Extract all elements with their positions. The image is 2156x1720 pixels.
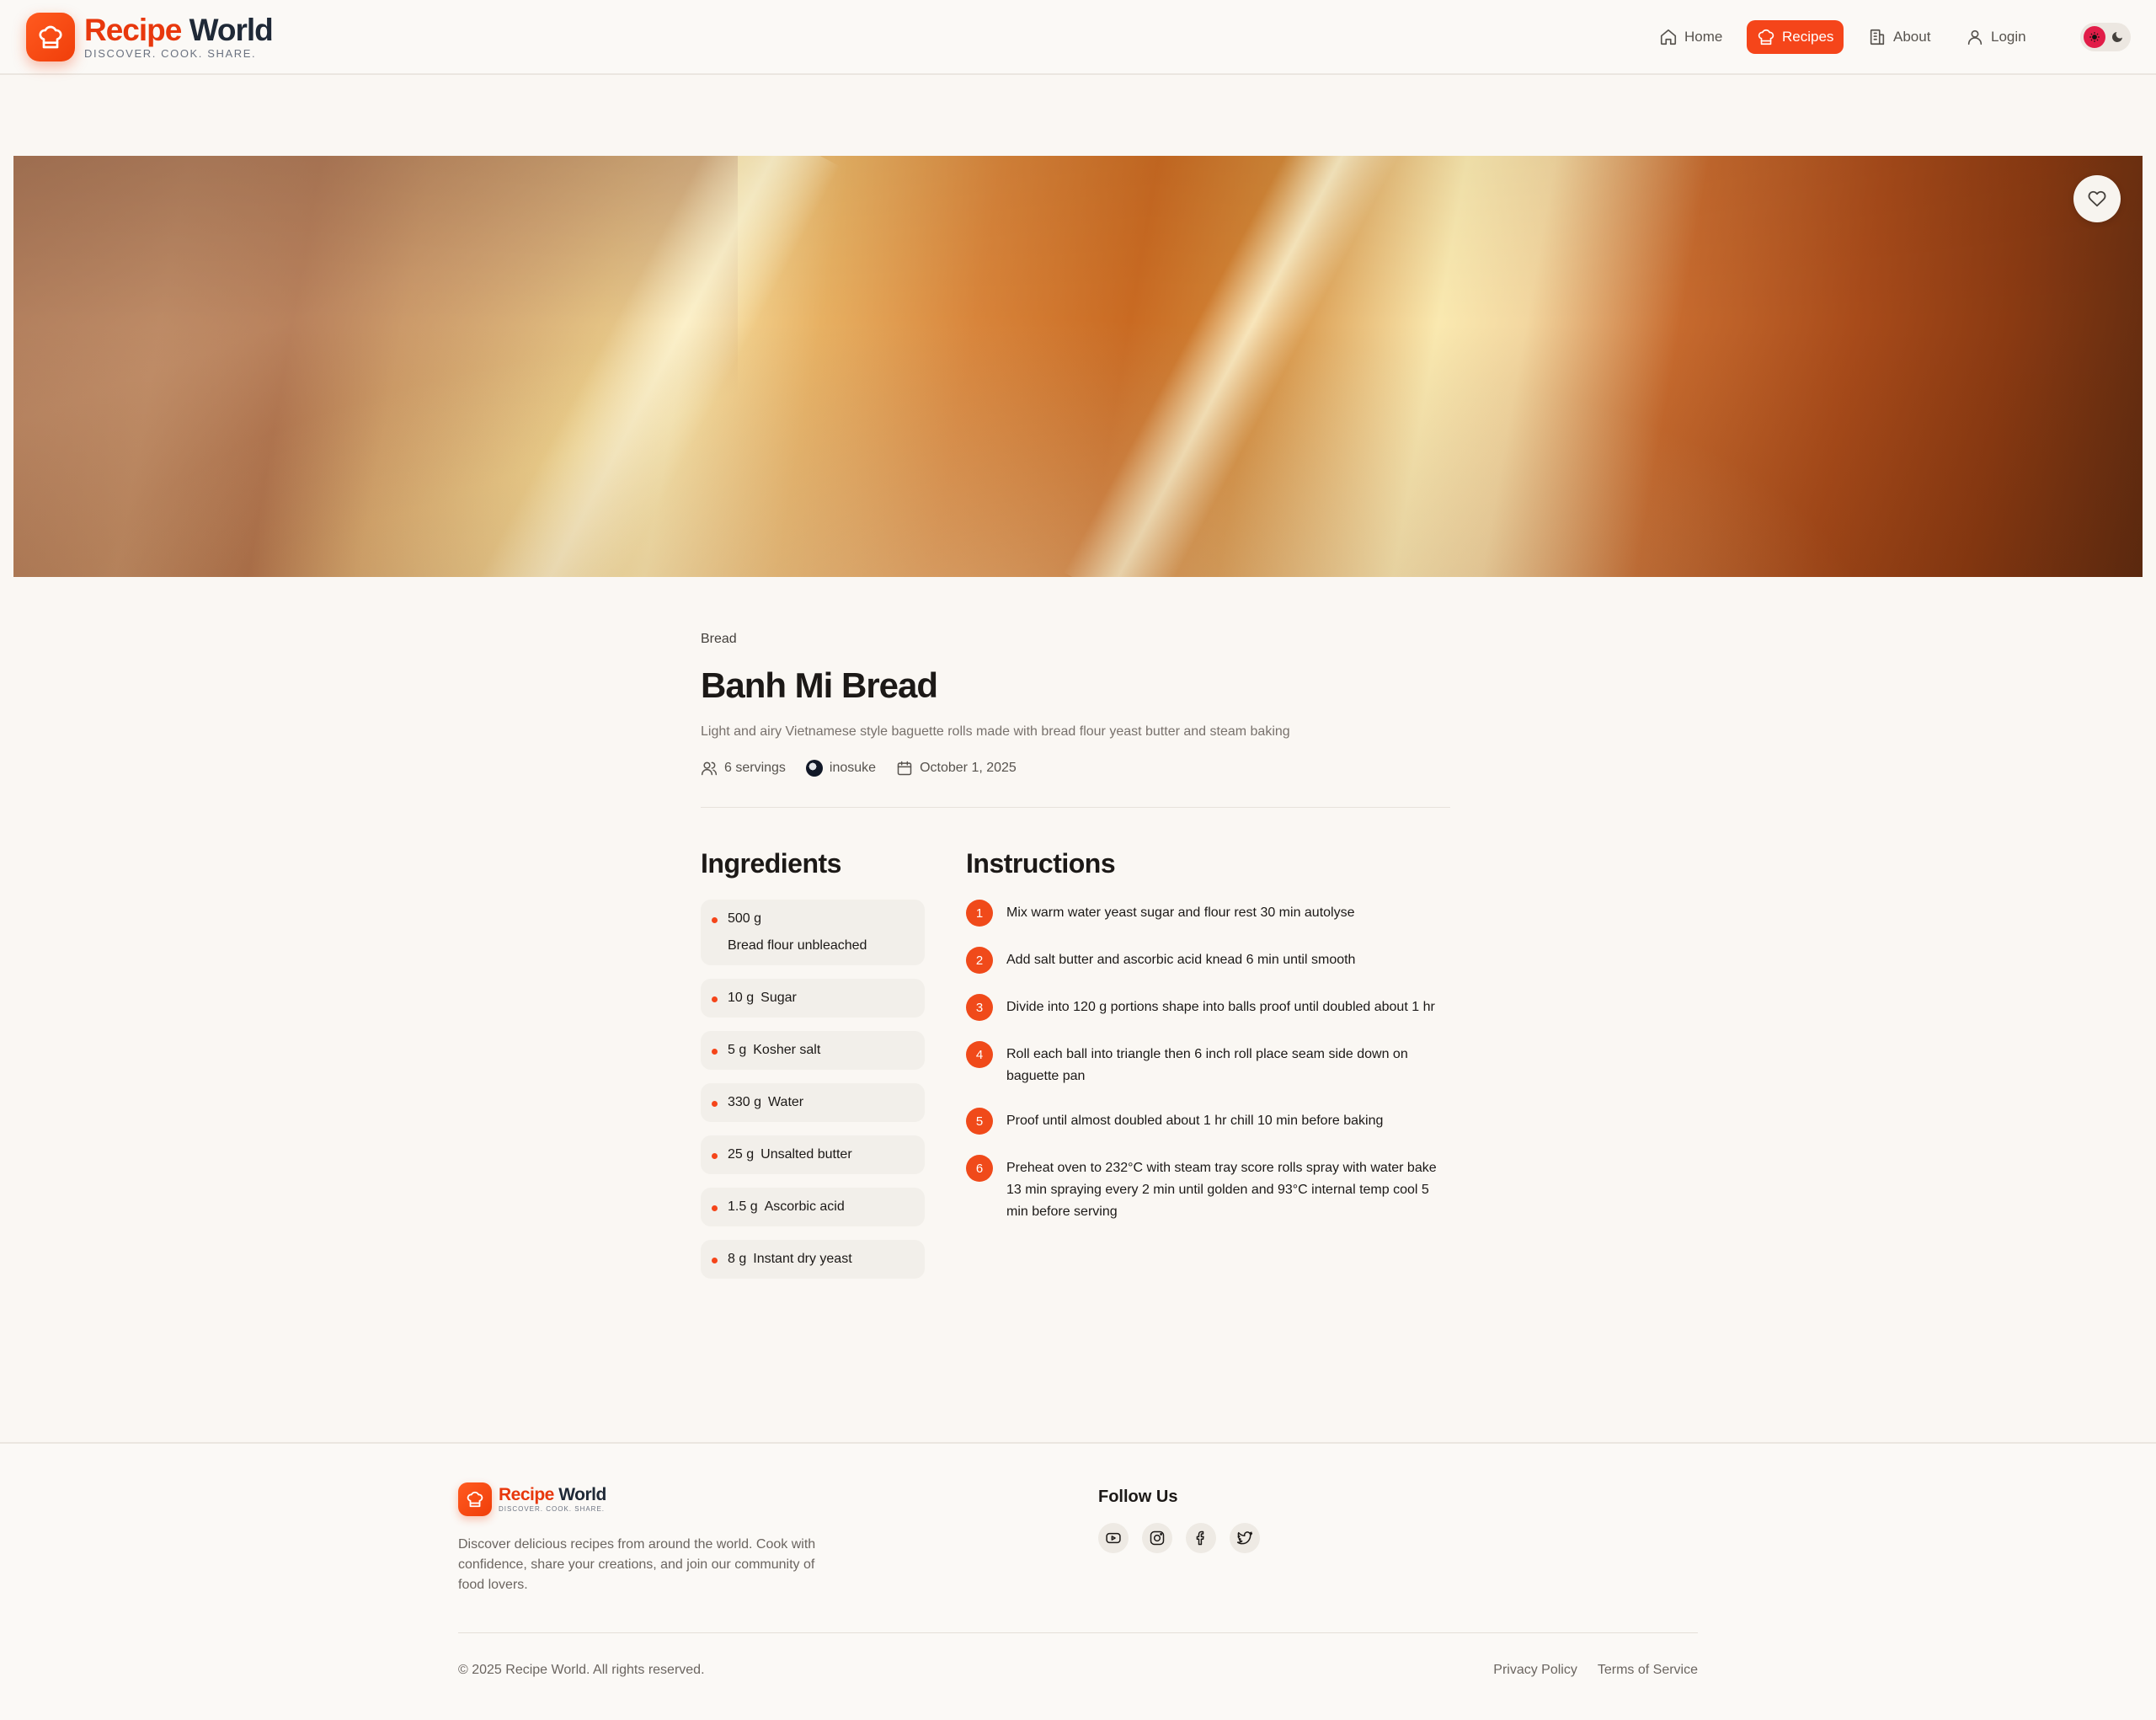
ingredient-item: 5 g Kosher salt bbox=[701, 1031, 925, 1070]
date-label: October 1, 2025 bbox=[920, 761, 1017, 775]
instruction-step: 4 Roll each ball into triangle then 6 inc… bbox=[966, 1041, 1450, 1087]
youtube-icon bbox=[1106, 1532, 1121, 1544]
nav-about[interactable]: About bbox=[1858, 20, 1940, 54]
facebook-link[interactable] bbox=[1186, 1523, 1216, 1553]
instagram-link[interactable] bbox=[1142, 1523, 1172, 1553]
nav-login[interactable]: Login bbox=[1956, 20, 2036, 54]
step-number: 1 bbox=[966, 900, 993, 927]
copyright-text: © 2025 Recipe World. All rights reserved… bbox=[458, 1663, 705, 1677]
nav-recipes-label: Recipes bbox=[1782, 29, 1834, 45]
author-info[interactable]: inosuke bbox=[805, 760, 877, 777]
building-icon bbox=[1870, 29, 1885, 45]
servings-info: 6 servings bbox=[701, 760, 786, 777]
theme-toggle[interactable] bbox=[2080, 23, 2131, 51]
step-text: Proof until almost doubled about 1 hr ch… bbox=[1006, 1114, 1384, 1128]
footer-logo-wordmark: Recipe World bbox=[499, 1485, 606, 1504]
privacy-policy-link[interactable]: Privacy Policy bbox=[1493, 1663, 1577, 1678]
step-text: Roll each ball into triangle then 6 inch… bbox=[1006, 1047, 1408, 1083]
step-number: 2 bbox=[966, 947, 993, 974]
recipe-hero-image bbox=[13, 156, 2143, 577]
recipe-category[interactable]: Bread bbox=[701, 632, 1450, 647]
youtube-link[interactable] bbox=[1098, 1523, 1129, 1553]
step-text: Mix warm water yeast sugar and flour res… bbox=[1006, 905, 1355, 920]
servings-label: 6 servings bbox=[724, 761, 786, 775]
ingredients-section: Ingredients 500 g Bread flour unbleached … bbox=[701, 848, 925, 1292]
terms-of-service-link[interactable]: Terms of Service bbox=[1598, 1663, 1698, 1678]
site-header: Recipe World DISCOVER. COOK. SHARE. Home… bbox=[0, 0, 2156, 75]
instructions-list: 1 Mix warm water yeast sugar and flour re… bbox=[966, 900, 1450, 1223]
step-text: Divide into 120 g portions shape into ba… bbox=[1006, 1000, 1435, 1014]
home-icon bbox=[1660, 29, 1677, 45]
step-text: Add salt butter and ascorbic acid knead … bbox=[1006, 953, 1356, 967]
nav-home[interactable]: Home bbox=[1649, 20, 1732, 54]
footer-logo[interactable]: Recipe World DISCOVER. COOK. SHARE. bbox=[458, 1482, 606, 1516]
step-number: 5 bbox=[966, 1108, 993, 1135]
author-avatar bbox=[805, 760, 823, 777]
recipe-content: Bread Banh Mi Bread Light and airy Vietn… bbox=[701, 632, 1450, 1279]
ingredient-item: 8 g Instant dry yeast bbox=[701, 1240, 925, 1279]
ingredient-item: 25 g Unsalted butter bbox=[701, 1135, 925, 1174]
instruction-step: 3 Divide into 120 g portions shape into b… bbox=[966, 994, 1450, 1021]
footer-links: Privacy Policy Terms of Service bbox=[1482, 1663, 1698, 1678]
social-links bbox=[1098, 1523, 1260, 1553]
moon-icon bbox=[2112, 32, 2122, 42]
follow-us-heading: Follow Us bbox=[1098, 1488, 1178, 1506]
step-number: 3 bbox=[966, 994, 993, 1021]
sun-icon bbox=[2084, 26, 2105, 48]
instruction-step: 1 Mix warm water yeast sugar and flour re… bbox=[966, 900, 1450, 927]
twitter-link[interactable] bbox=[1230, 1523, 1260, 1553]
facebook-icon bbox=[1196, 1530, 1204, 1546]
instruction-step: 5 Proof until almost doubled about 1 hr c… bbox=[966, 1108, 1450, 1135]
ingredients-heading: Ingredients bbox=[701, 848, 841, 879]
instructions-heading: Instructions bbox=[966, 848, 1116, 879]
logo-tagline: DISCOVER. COOK. SHARE. bbox=[84, 46, 257, 60]
logo-wordmark: Recipe World bbox=[84, 12, 274, 47]
chef-hat-logo-icon bbox=[26, 13, 75, 61]
chef-hat-icon bbox=[1758, 29, 1774, 45]
step-text: Preheat oven to 232°C with steam tray sc… bbox=[1006, 1161, 1437, 1219]
recipe-title: Banh Mi Bread bbox=[701, 665, 938, 705]
ingredient-item: 1.5 g Ascorbic acid bbox=[701, 1188, 925, 1226]
instruction-step: 6 Preheat oven to 232°C with steam tray s… bbox=[966, 1155, 1450, 1223]
instructions-section: Instructions 1 Mix warm water yeast sugar… bbox=[966, 848, 1450, 1243]
footer-description: Discover delicious recipes from around t… bbox=[458, 1537, 816, 1592]
ingredient-item: 500 g Bread flour unbleached bbox=[701, 900, 925, 965]
favorite-button[interactable] bbox=[2073, 175, 2121, 222]
date-info: October 1, 2025 bbox=[896, 760, 1017, 777]
chef-hat-logo-icon bbox=[458, 1482, 492, 1516]
nav-recipes[interactable]: Recipes bbox=[1747, 20, 1844, 54]
site-logo[interactable]: Recipe World DISCOVER. COOK. SHARE. bbox=[26, 12, 274, 62]
step-number: 4 bbox=[966, 1041, 993, 1068]
author-name: inosuke bbox=[829, 761, 877, 775]
nav-about-label: About bbox=[1893, 29, 1931, 45]
ingredient-item: 10 g Sugar bbox=[701, 979, 925, 1018]
recipe-description: Light and airy Vietnamese style baguette… bbox=[701, 724, 1290, 739]
users-icon bbox=[701, 761, 718, 776]
footer-logo-tagline: DISCOVER. COOK. SHARE. bbox=[499, 1505, 606, 1513]
user-icon bbox=[1967, 29, 1983, 45]
twitter-icon bbox=[1236, 1531, 1253, 1545]
calendar-icon bbox=[897, 761, 912, 776]
instruction-step: 2 Add salt butter and ascorbic acid knead… bbox=[966, 947, 1450, 974]
instagram-icon bbox=[1150, 1530, 1165, 1546]
heart-icon bbox=[2088, 190, 2106, 207]
ingredient-item: 330 g Water bbox=[701, 1083, 925, 1122]
footer-divider bbox=[458, 1632, 1698, 1633]
nav-login-label: Login bbox=[1991, 29, 2026, 45]
recipe-meta: 6 servings inosuke October 1, 2025 bbox=[701, 760, 1450, 777]
site-footer: Recipe World DISCOVER. COOK. SHARE. Disc… bbox=[0, 1442, 2156, 1720]
ingredients-list: 500 g Bread flour unbleached 10 g Sugar 5 … bbox=[701, 900, 925, 1279]
content-divider bbox=[701, 807, 1450, 808]
nav-home-label: Home bbox=[1684, 29, 1723, 45]
step-number: 6 bbox=[966, 1155, 993, 1182]
